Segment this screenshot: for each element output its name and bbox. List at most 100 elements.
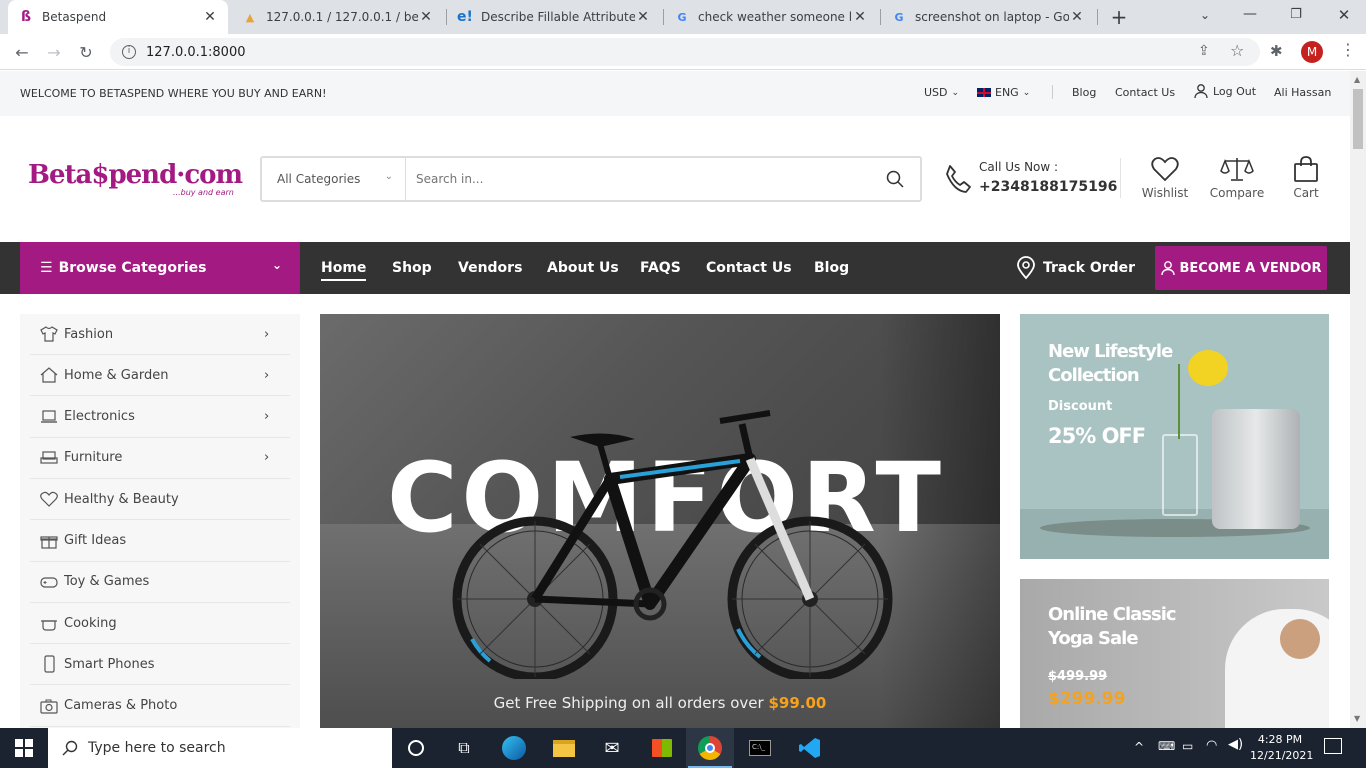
currency-dropdown[interactable]: USD ⌄ (924, 86, 959, 99)
tab-search-chevron-icon[interactable]: ⌄ (1196, 8, 1214, 26)
edureka-favicon-icon: e! (457, 9, 473, 25)
sidebar-item-furniture[interactable]: Furniture › (30, 438, 290, 479)
wishlist-label: Wishlist (1141, 186, 1189, 200)
map-pin-icon (1017, 256, 1035, 280)
terminal-icon[interactable]: C:\_ (736, 728, 784, 768)
scroll-down-icon[interactable]: ▼ (1354, 714, 1360, 723)
logout-link[interactable]: Log Out (1194, 83, 1256, 99)
sidebar-item-smart-phones[interactable]: Smart Phones (30, 644, 290, 686)
taskbar-clock[interactable]: 4:28 PM 12/21/2021 (1250, 732, 1313, 764)
share-icon[interactable]: ⇪ (1198, 43, 1210, 59)
close-tab-icon[interactable]: ✕ (1069, 9, 1085, 25)
scroll-up-icon[interactable]: ▲ (1354, 75, 1360, 84)
windows-start-icon[interactable] (0, 728, 48, 768)
nav-shop[interactable]: Shop (392, 242, 432, 294)
wifi-icon[interactable]: ◠ (1206, 738, 1217, 753)
search-icon (886, 170, 904, 188)
yoga-head-image (1280, 619, 1320, 659)
close-tab-icon[interactable]: ✕ (635, 9, 651, 25)
scrollbar-thumb[interactable] (1353, 89, 1363, 149)
sidebar-item-home-garden[interactable]: Home & Garden › (30, 355, 290, 397)
close-tab-icon[interactable]: ✕ (418, 9, 434, 25)
cortana-icon[interactable] (392, 728, 440, 768)
meet-now-icon[interactable]: ⌨ (1158, 739, 1175, 753)
site-info-icon[interactable]: i (122, 45, 136, 59)
nav-vendors[interactable]: Vendors (458, 242, 522, 294)
promo1-title: New Lifestyle Collection (1048, 340, 1173, 388)
pot-icon (30, 615, 64, 631)
edge-browser-icon[interactable] (490, 728, 538, 768)
vscode-icon[interactable] (786, 728, 834, 768)
new-tab-icon[interactable]: + (1108, 6, 1130, 28)
language-dropdown[interactable]: ENG ⌄ (977, 86, 1030, 99)
sidebar-item-label: Cameras & Photo (64, 698, 178, 714)
hero-banner[interactable]: COMFORT Get Free Shipping on all orders … (320, 314, 1000, 728)
topbar-blog-link[interactable]: Blog (1072, 86, 1096, 99)
chrome-menu-icon[interactable]: ⋮ (1340, 40, 1356, 59)
sidebar-item-cameras-photo[interactable]: Cameras & Photo (30, 686, 290, 727)
notification-center-icon[interactable] (1324, 738, 1342, 754)
task-view-icon[interactable]: ⧉ (440, 728, 488, 768)
divider (1120, 158, 1121, 198)
track-order-link[interactable]: Track Order (1016, 242, 1135, 294)
back-icon[interactable]: ← (10, 40, 34, 64)
speaker-image (1212, 409, 1300, 529)
divider (1052, 85, 1053, 99)
nav-about-us[interactable]: About Us (547, 242, 619, 294)
phone-number[interactable]: +2348188175196 (979, 179, 1117, 195)
microsoft-store-icon[interactable] (638, 728, 686, 768)
extensions-puzzle-icon[interactable]: ✱ (1270, 42, 1283, 60)
nav-home[interactable]: Home (321, 242, 367, 294)
file-explorer-icon[interactable] (540, 728, 588, 768)
mail-icon[interactable]: ✉ (588, 728, 636, 768)
sidebar-item-label: Home & Garden (64, 367, 169, 383)
wishlist-button[interactable]: Wishlist (1138, 156, 1192, 200)
site-logo[interactable]: Beta$pend·com ...buy and earn (28, 160, 243, 200)
restore-window-icon[interactable]: ❐ (1286, 7, 1306, 22)
close-tab-icon[interactable]: ✕ (202, 9, 218, 25)
sidebar-item-toy-games[interactable]: Toy & Games (30, 562, 290, 603)
heart-icon (1151, 157, 1179, 182)
profile-avatar[interactable]: M (1301, 41, 1323, 63)
nav-contact-us[interactable]: Contact Us (706, 242, 792, 294)
sidebar-item-gift-ideas[interactable]: Gift Ideas (30, 521, 290, 562)
browser-tab[interactable]: e! Describe Fillable Attribute in ✕ (447, 0, 661, 34)
search-input[interactable] (406, 158, 870, 200)
reload-icon[interactable]: ↻ (74, 40, 98, 64)
nav-faqs[interactable]: FAQS (640, 242, 681, 294)
close-window-icon[interactable]: ✕ (1334, 6, 1354, 24)
compare-button[interactable]: Compare (1206, 156, 1268, 200)
chevron-down-icon: ⌄ (1022, 87, 1031, 98)
battery-icon[interactable]: ▭ (1182, 739, 1193, 753)
bookmark-star-icon[interactable]: ☆ (1230, 41, 1244, 60)
sidebar-item-label: Fashion (64, 326, 114, 342)
show-hidden-icons-chevron-icon[interactable]: ^ (1134, 740, 1144, 754)
browser-tab[interactable]: G screenshot on laptop - Goog ✕ (881, 0, 1095, 34)
chrome-taskbar-icon[interactable] (686, 728, 734, 768)
search-button[interactable] (870, 158, 920, 200)
browse-categories-toggle[interactable]: ☰ Browse Categories ⌄ (20, 242, 300, 294)
promo-banner-lifestyle[interactable]: New Lifestyle Collection Discount 25% OF… (1020, 314, 1329, 559)
browser-tab[interactable]: ▲ 127.0.0.1 / 127.0.0.1 / betasp ✕ (232, 0, 444, 34)
promo-banner-yoga[interactable]: Online Classic Yoga Sale $499.99 $299.99 (1020, 579, 1329, 728)
become-vendor-button[interactable]: BECOME A VENDOR (1155, 246, 1327, 290)
user-name-link[interactable]: Ali Hassan (1274, 86, 1331, 99)
topbar-contact-link[interactable]: Contact Us (1115, 86, 1175, 99)
volume-icon[interactable]: ◀) (1228, 737, 1243, 752)
sidebar-item-electronics[interactable]: Electronics › (30, 397, 290, 438)
page-scrollbar[interactable]: ▲ ▼ (1350, 71, 1366, 728)
sidebar-item-healthy-beauty[interactable]: Healthy & Beauty (30, 479, 290, 521)
forward-icon[interactable]: → (42, 40, 66, 64)
category-select[interactable]: All Categories ⌄ (262, 158, 406, 200)
sidebar-item-cooking[interactable]: Cooking (30, 603, 290, 645)
browser-tab[interactable]: G check weather someone logg ✕ (664, 0, 878, 34)
cart-button[interactable]: Cart (1284, 156, 1328, 200)
address-bar[interactable]: i 127.0.0.1:8000 ⇪ ☆ (110, 38, 1260, 66)
sidebar-item-label: Toy & Games (64, 574, 150, 590)
sidebar-item-fashion[interactable]: Fashion › (30, 314, 290, 355)
close-tab-icon[interactable]: ✕ (852, 9, 868, 25)
minimize-window-icon[interactable]: — (1238, 6, 1262, 22)
taskbar-search-box[interactable]: Type here to search (48, 728, 392, 768)
browser-tab-active[interactable]: ß Betaspend ✕ (8, 0, 228, 34)
nav-blog[interactable]: Blog (814, 242, 849, 294)
